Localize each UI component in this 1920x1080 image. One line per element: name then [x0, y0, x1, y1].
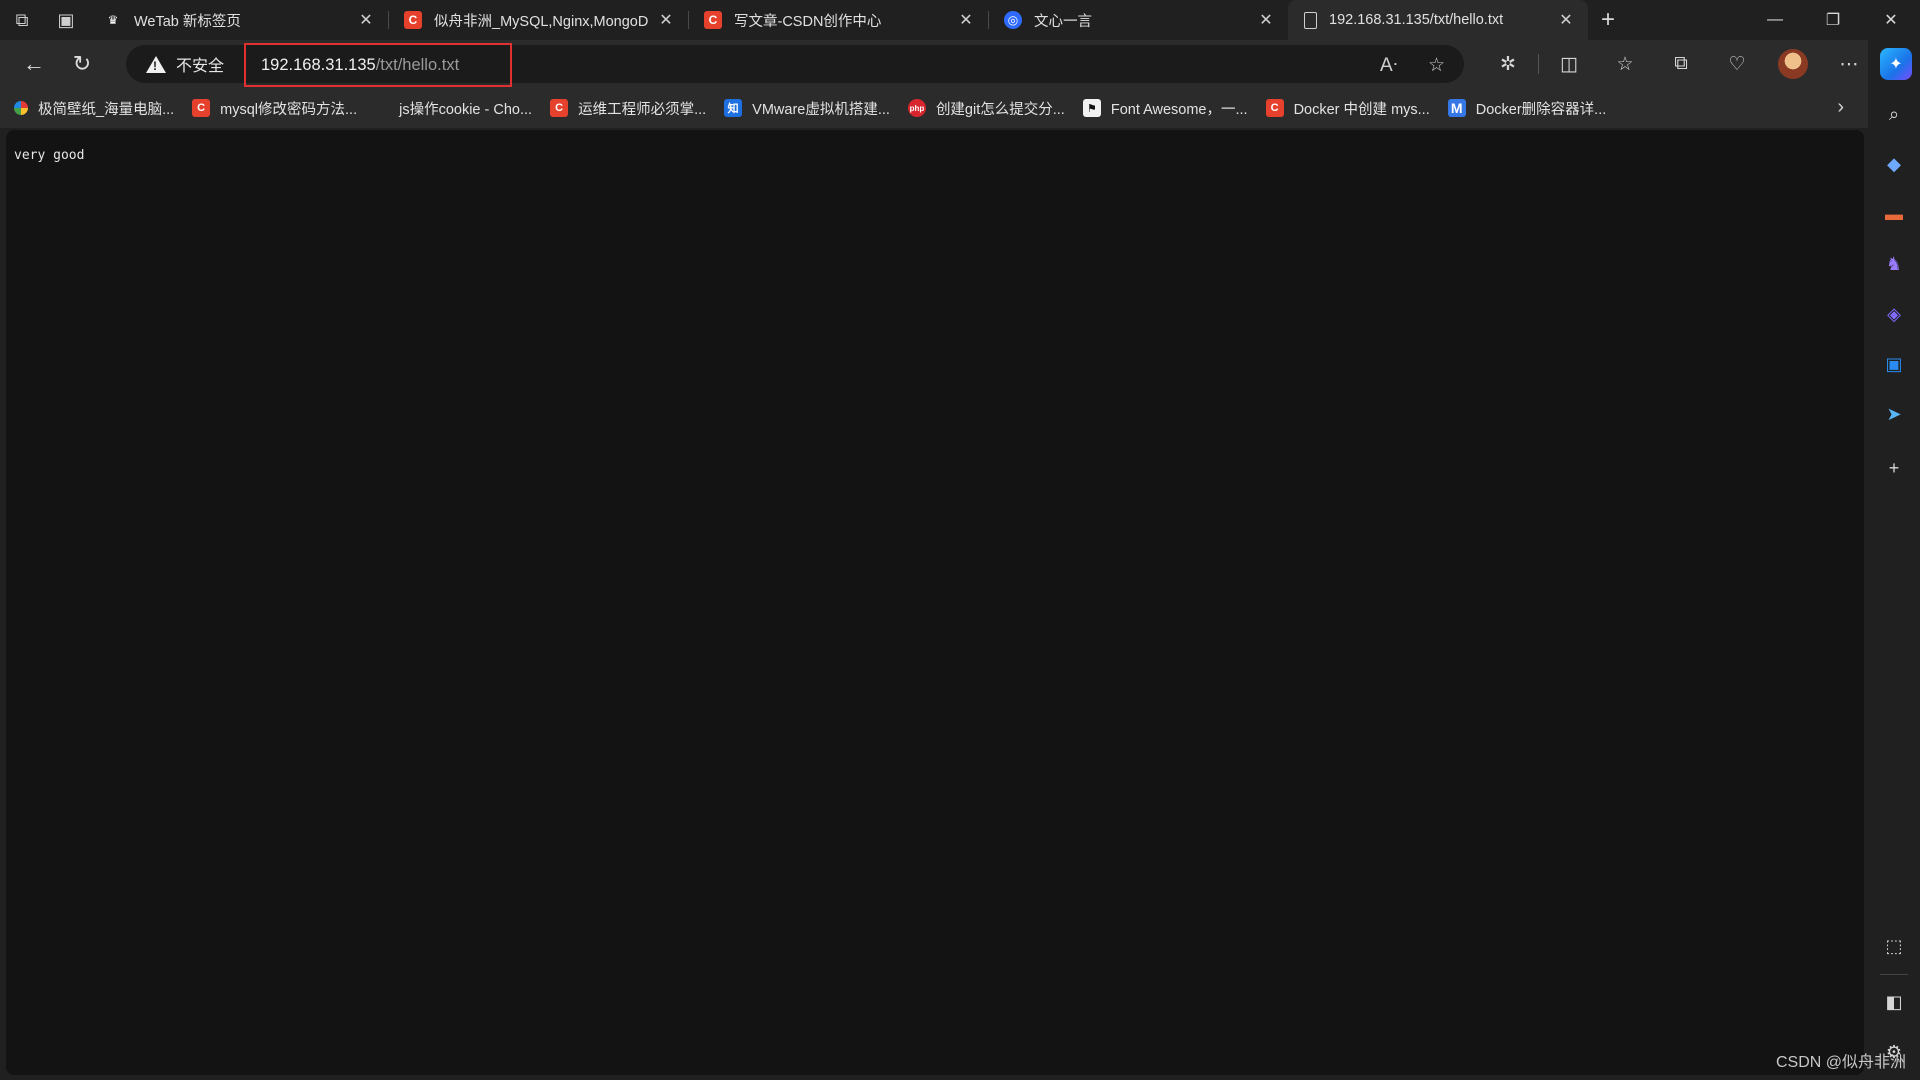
bookmark-item[interactable]: ⚑ Font Awesome，一...: [1082, 98, 1248, 119]
tab-csdn-write[interactable]: C 写文章-CSDN创作中心 ✕: [688, 0, 988, 40]
bookmark-item[interactable]: C mysql修改密码方法...: [192, 98, 357, 119]
toolbox-icon[interactable]: ▬: [1882, 202, 1906, 226]
close-window-button[interactable]: ✕: [1862, 0, 1920, 40]
chevron-right-icon[interactable]: ›: [1837, 96, 1844, 119]
csdn-icon: C: [1265, 99, 1284, 117]
collections-icon[interactable]: ⧉: [1653, 53, 1709, 75]
bookmark-label: js操作cookie - Cho...: [399, 101, 533, 118]
bookmark-label: 创建git怎么提交分...: [935, 101, 1065, 118]
workspaces-icon[interactable]: ⧉: [0, 0, 44, 40]
tab-close-icon[interactable]: ✕: [356, 10, 376, 30]
avatar: [1778, 49, 1808, 79]
url-path: /txt/hello.txt: [375, 55, 460, 74]
tab-csdn-profile[interactable]: C 似舟非洲_MySQL,Nginx,MongoD ✕: [388, 0, 688, 40]
bookmark-label: Docker 中创建 mys...: [1293, 101, 1430, 118]
search-icon[interactable]: ⌕: [1882, 102, 1906, 126]
csdn-icon: C: [704, 11, 722, 29]
tab-hello-txt[interactable]: 192.168.31.135/txt/hello.txt ✕: [1288, 0, 1588, 40]
wenxin-icon: ◎: [1004, 11, 1022, 29]
tab-title: WeTab 新标签页: [134, 13, 241, 30]
tab-close-icon[interactable]: ✕: [1556, 10, 1576, 30]
minimize-button[interactable]: —: [1746, 0, 1804, 40]
bookmark-item[interactable]: M Docker删除容器详...: [1447, 98, 1607, 119]
bookmark-item[interactable]: C 运维工程师必须掌...: [550, 98, 706, 119]
bookmark-label: Docker删除容器详...: [1475, 101, 1607, 118]
tab-title: 写文章-CSDN创作中心: [734, 13, 882, 30]
favorite-star-icon[interactable]: ☆: [1428, 54, 1445, 77]
url-host: 192.168.31.135: [261, 55, 376, 74]
favorites-icon[interactable]: ☆: [1597, 53, 1653, 76]
csdn-icon: C: [550, 99, 569, 117]
zhihu-icon: 知: [724, 99, 743, 117]
tab-strip: ⧉ ▣ ♛ WeTab 新标签页 ✕ C 似舟非洲_MySQL,Nginx,Mo…: [0, 0, 1920, 40]
jijian-icon: [14, 101, 28, 115]
extensions-icon[interactable]: ✲: [1480, 53, 1536, 76]
profile-button[interactable]: [1765, 49, 1821, 79]
tab-wetab[interactable]: ♛ WeTab 新标签页 ✕: [88, 0, 388, 40]
toolbar-actions: ✲ ◫ ☆ ⧉ ♡ ⋯: [1480, 40, 1877, 88]
bookmark-label: VMware虚拟机搭建...: [752, 101, 890, 118]
tab-actions-icon[interactable]: ▣: [44, 0, 88, 40]
window-controls: — ❐ ✕: [1746, 0, 1920, 40]
tab-title: 文心一言: [1034, 13, 1092, 30]
bookmarks-bar: 极简壁纸_海量电脑... C mysql修改密码方法... js操作cookie…: [0, 88, 1868, 128]
screenshot-icon[interactable]: ⬚: [1882, 934, 1906, 958]
bookmark-label: Font Awesome，一...: [1110, 101, 1248, 118]
outlook-icon[interactable]: ▣: [1882, 352, 1906, 376]
sidebar: ⌕ ◆ ▬ ♞ ◈ ▣ ➤ + ⬚ ◧ ⚙: [1868, 88, 1920, 1080]
bookmark-item[interactable]: js操作cookie - Cho...: [399, 98, 532, 119]
page-content: very good: [6, 130, 1864, 1075]
new-tab-button[interactable]: +: [1588, 0, 1628, 40]
bookmark-label: mysql修改密码方法...: [220, 101, 358, 118]
refresh-button[interactable]: ↻: [62, 46, 102, 82]
php-icon: php: [907, 99, 926, 117]
tab-close-icon[interactable]: ✕: [1256, 10, 1276, 30]
site-info-button[interactable]: 不安全: [126, 52, 224, 76]
tab-close-icon[interactable]: ✕: [656, 10, 676, 30]
page-text: very good: [14, 148, 85, 163]
m-icon: M: [1447, 99, 1466, 117]
toolbar-divider: [1538, 54, 1539, 74]
address-bar[interactable]: 不安全 192.168.31.135/txt/hello.txt A͏ᐧ ☆: [126, 43, 1464, 87]
send-icon[interactable]: ➤: [1882, 402, 1906, 426]
flag-icon: ⚑: [1082, 99, 1101, 117]
settings-more-icon[interactable]: ⋯: [1821, 53, 1877, 76]
read-aloud-icon[interactable]: A͏ᐧ: [1380, 54, 1398, 77]
url-field[interactable]: 192.168.31.135/txt/hello.txt: [244, 43, 512, 87]
bookmark-item[interactable]: 知 VMware虚拟机搭建...: [724, 98, 890, 119]
tag-icon[interactable]: ◆: [1882, 152, 1906, 176]
add-icon[interactable]: +: [1882, 456, 1906, 480]
restore-button[interactable]: ❐: [1804, 0, 1862, 40]
bookmark-label: 运维工程师必须掌...: [578, 101, 707, 118]
copilot-sidebar-icon[interactable]: ◈: [1882, 302, 1906, 326]
arrow-left-icon: ←: [23, 51, 45, 76]
document-icon: [1304, 11, 1317, 29]
copilot-icon[interactable]: ✦: [1880, 48, 1912, 80]
hide-sidebar-icon[interactable]: ◧: [1882, 990, 1906, 1014]
split-screen-icon[interactable]: ◫: [1541, 53, 1597, 76]
wetab-icon: ♛: [107, 13, 119, 27]
tab-title: 似舟非洲_MySQL,Nginx,MongoD: [434, 13, 649, 30]
watermark: CSDN @似舟非洲: [1775, 1054, 1906, 1071]
bookmark-label: 极简壁纸_海量电脑...: [38, 101, 175, 118]
warning-icon: [146, 55, 166, 73]
tab-title: 192.168.31.135/txt/hello.txt: [1329, 12, 1504, 28]
games-icon[interactable]: ♞: [1882, 252, 1906, 276]
bookmark-item[interactable]: php 创建git怎么提交分...: [907, 98, 1065, 119]
sidebar-divider: [1880, 974, 1908, 975]
csdn-icon: C: [404, 11, 422, 29]
csdn-icon: C: [192, 99, 211, 117]
security-label: 不安全: [176, 58, 225, 75]
bookmark-item[interactable]: C Docker 中创建 mys...: [1265, 98, 1430, 119]
refresh-icon: ↻: [72, 51, 92, 76]
browser-essentials-icon[interactable]: ♡: [1709, 53, 1765, 76]
bookmark-item[interactable]: 极简壁纸_海量电脑...: [14, 98, 174, 119]
back-button[interactable]: ←: [14, 46, 54, 82]
tab-wenxin[interactable]: ◎ 文心一言 ✕: [988, 0, 1288, 40]
tab-close-icon[interactable]: ✕: [956, 10, 976, 30]
